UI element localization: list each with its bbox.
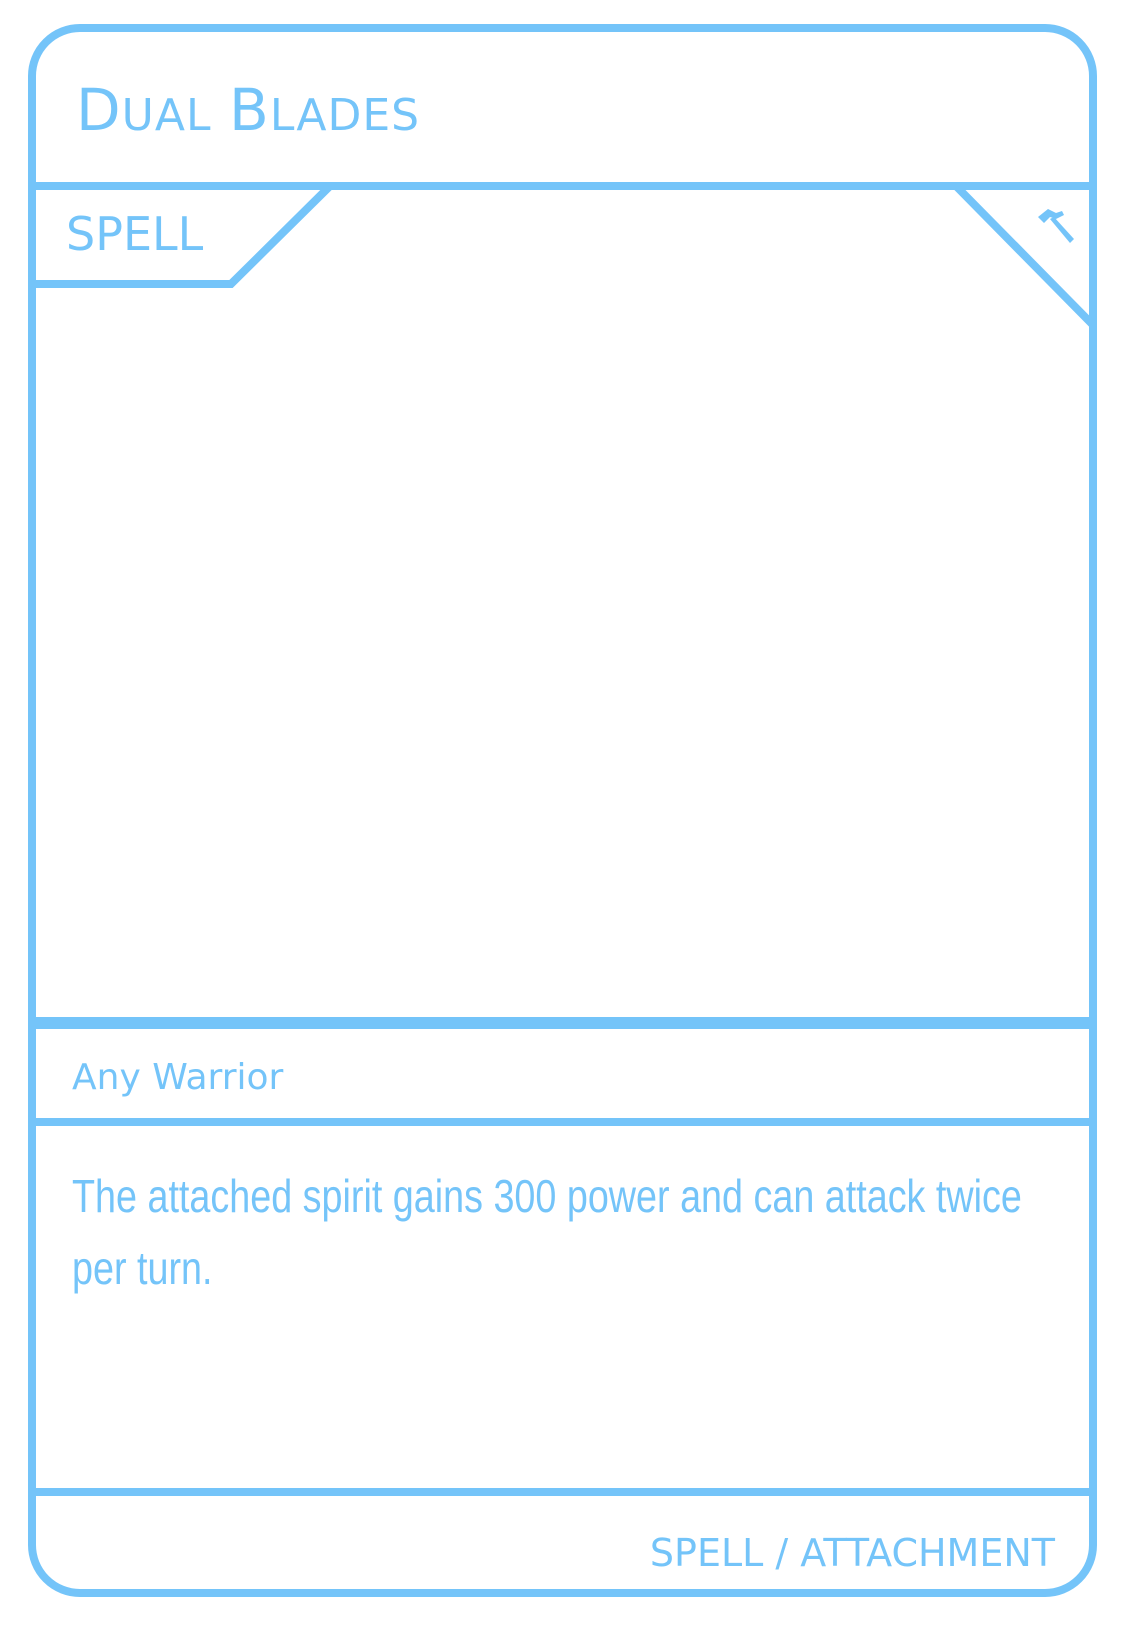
title-word-2-cap: B [229,76,270,144]
card-type-tab: SPELL [66,207,204,261]
card-effect-text: The attached spirit gains 300 power and … [72,1170,1022,1294]
art-frame [28,182,1097,1025]
card: DUAL BLADES SPELL Any Warrior The attach… [0,0,1125,1625]
card-target: Any Warrior [72,1057,284,1098]
card-title: DUAL BLADES [76,70,420,156]
outer-border [28,24,1097,1597]
title-word-1-cap: D [76,76,122,144]
title-word-2-rest: LADES [269,90,421,141]
title-word-1-rest: UAL [121,90,212,141]
hammer-icon [1038,209,1074,243]
card-footer-type: SPELL / ATTACHMENT [649,1531,1055,1575]
